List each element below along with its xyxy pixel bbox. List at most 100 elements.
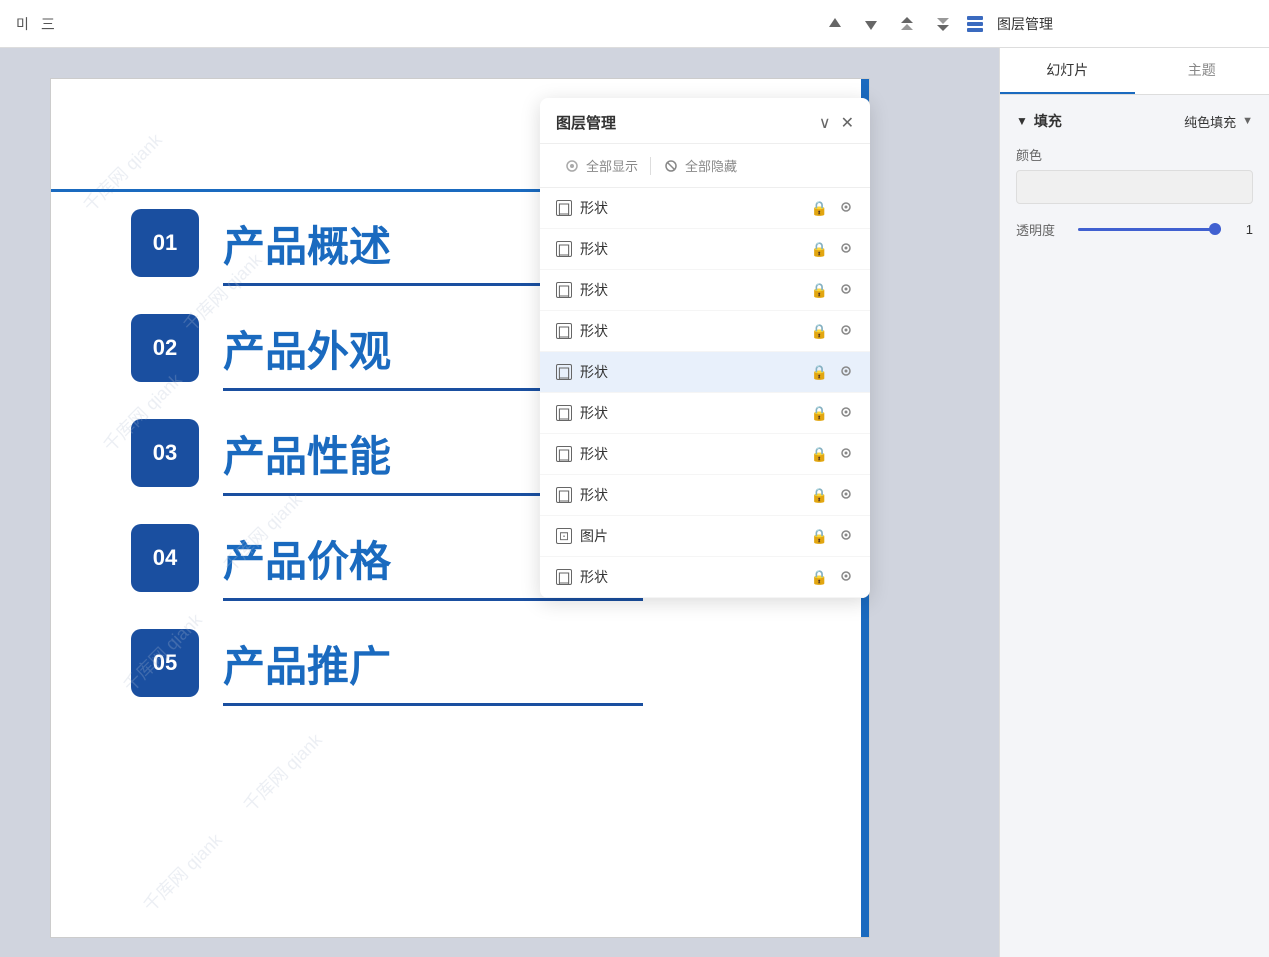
move-up-icon[interactable] bbox=[821, 10, 849, 38]
layer-item-3-eye-icon[interactable] bbox=[838, 281, 854, 300]
item-number-01: 01 bbox=[131, 209, 199, 277]
layer-item-10[interactable]: 囗 形状 🔒 bbox=[540, 557, 870, 598]
color-input-row bbox=[1016, 170, 1253, 204]
opacity-row: 透明度 1 bbox=[1016, 220, 1253, 239]
layer-item-1-eye-icon[interactable] bbox=[838, 199, 854, 218]
layer-item-10-actions: 🔒 bbox=[811, 568, 854, 587]
item-number-04: 04 bbox=[131, 524, 199, 592]
layer-item-6[interactable]: 囗 形状 🔒 bbox=[540, 393, 870, 434]
layer-item-4-name: 形状 bbox=[580, 321, 811, 341]
layer-panel-close-icon[interactable]: ✕ bbox=[841, 113, 854, 133]
color-field: 颜色 bbox=[1016, 145, 1253, 204]
fill-label: 填充 bbox=[1034, 111, 1062, 131]
layer-item-7-eye-icon[interactable] bbox=[838, 445, 854, 464]
layer-item-7-name: 形状 bbox=[580, 444, 811, 464]
item-title-01: 产品概述 bbox=[223, 213, 391, 274]
layer-item-4[interactable]: 囗 形状 🔒 bbox=[540, 311, 870, 352]
layer-item-5-eye-icon[interactable] bbox=[838, 363, 854, 382]
fill-dropdown-icon[interactable]: ▼ bbox=[1242, 115, 1253, 127]
opacity-slider-thumb[interactable] bbox=[1209, 223, 1221, 235]
item-title-04: 产品价格 bbox=[223, 528, 391, 589]
layer-item-2-eye-icon[interactable] bbox=[838, 240, 854, 259]
opacity-value: 1 bbox=[1233, 222, 1253, 237]
layer-item-9-eye-icon[interactable] bbox=[838, 527, 854, 546]
layer-item-3-type-icon: 囗 bbox=[556, 282, 572, 298]
layer-panel-collapse-icon[interactable]: ∨ bbox=[819, 113, 831, 133]
layer-item-5[interactable]: 囗 形状 🔒 bbox=[540, 352, 870, 393]
layer-item-4-lock-icon[interactable]: 🔒 bbox=[811, 323, 828, 340]
layer-item-2[interactable]: 囗 形状 🔒 bbox=[540, 229, 870, 270]
item-underline-05 bbox=[223, 703, 643, 706]
toolbar-label-three: 三 bbox=[41, 14, 55, 34]
tab-theme[interactable]: 主题 bbox=[1135, 48, 1269, 94]
item-title-03: 产品性能 bbox=[223, 423, 391, 484]
layer-item-9-name: 图片 bbox=[580, 526, 811, 546]
opacity-slider-track[interactable] bbox=[1078, 228, 1221, 231]
right-panel-content: ▼ 填充 纯色填充 ▼ 颜色 透明度 bbox=[1000, 95, 1269, 957]
layer-item-4-eye-icon[interactable] bbox=[838, 322, 854, 341]
item-underline-04 bbox=[223, 598, 643, 601]
right-panel-tabs: 幻灯片 主题 bbox=[1000, 48, 1269, 95]
layer-item-1-name: 形状 bbox=[580, 198, 811, 218]
layer-panel: 图层管理 ∨ ✕ 全部显示 bbox=[540, 98, 870, 598]
fill-section-header: ▼ 填充 纯色填充 ▼ bbox=[1016, 111, 1253, 131]
layer-item-3-name: 形状 bbox=[580, 280, 811, 300]
fill-value-row: 纯色填充 ▼ bbox=[1184, 112, 1253, 131]
layer-item-9-actions: 🔒 bbox=[811, 527, 854, 546]
layer-panel-actions: 全部显示 全部隐藏 bbox=[540, 144, 870, 188]
layer-item-3[interactable]: 囗 形状 🔒 bbox=[540, 270, 870, 311]
move-to-bottom-icon[interactable] bbox=[929, 10, 957, 38]
layer-item-9[interactable]: ⊡ 图片 🔒 bbox=[540, 516, 870, 557]
layer-item-8-lock-icon[interactable]: 🔒 bbox=[811, 487, 828, 504]
layer-panel-controls: ∨ ✕ bbox=[819, 113, 854, 133]
layer-item-3-lock-icon[interactable]: 🔒 bbox=[811, 282, 828, 299]
layer-item-8-name: 形状 bbox=[580, 485, 811, 505]
toolbar-icons: 图层管理 bbox=[821, 10, 1053, 38]
tab-slide[interactable]: 幻灯片 bbox=[1000, 48, 1135, 94]
toolbar: 미 三 bbox=[0, 0, 1269, 48]
fill-value: 纯色填充 bbox=[1184, 112, 1236, 131]
opacity-slider-fill bbox=[1078, 228, 1221, 231]
layer-item-8-eye-icon[interactable] bbox=[838, 486, 854, 505]
layer-item-2-name: 形状 bbox=[580, 239, 811, 259]
item-number-03: 03 bbox=[131, 419, 199, 487]
layer-item-1-type-icon: 囗 bbox=[556, 200, 572, 216]
layer-item-3-actions: 🔒 bbox=[811, 281, 854, 300]
right-panel: 幻灯片 主题 ▼ 填充 纯色填充 ▼ 颜色 bbox=[999, 48, 1269, 957]
layer-item-4-type-icon: 囗 bbox=[556, 323, 572, 339]
layer-item-9-type-icon: ⊡ bbox=[556, 528, 572, 544]
layer-manage-icon[interactable] bbox=[965, 14, 985, 34]
move-to-top-icon[interactable] bbox=[893, 10, 921, 38]
layer-item-6-eye-icon[interactable] bbox=[838, 404, 854, 423]
layer-item-8[interactable]: 囗 形状 🔒 bbox=[540, 475, 870, 516]
layer-item-6-lock-icon[interactable]: 🔒 bbox=[811, 405, 828, 422]
color-swatch-input[interactable] bbox=[1016, 170, 1253, 204]
layer-item-6-actions: 🔒 bbox=[811, 404, 854, 423]
item-number-05: 05 bbox=[131, 629, 199, 697]
layer-item-7[interactable]: 囗 形状 🔒 bbox=[540, 434, 870, 475]
fill-section-toggle[interactable]: ▼ 填充 bbox=[1016, 111, 1062, 131]
layer-item-7-lock-icon[interactable]: 🔒 bbox=[811, 446, 828, 463]
fill-collapse-icon: ▼ bbox=[1016, 114, 1028, 128]
layer-item-2-actions: 🔒 bbox=[811, 240, 854, 259]
item-title-02: 产品外观 bbox=[223, 318, 391, 379]
layer-item-8-type-icon: 囗 bbox=[556, 487, 572, 503]
hide-all-button[interactable]: 全部隐藏 bbox=[655, 152, 745, 179]
item-number-02: 02 bbox=[131, 314, 199, 382]
canvas-area: 千库网 qiank 千库网 qiank 千库网 qiank 千库网 qiank … bbox=[0, 48, 999, 957]
show-all-button[interactable]: 全部显示 bbox=[556, 152, 646, 179]
layer-item-1[interactable]: 囗 形状 🔒 bbox=[540, 188, 870, 229]
move-down-icon[interactable] bbox=[857, 10, 885, 38]
action-divider bbox=[650, 157, 651, 175]
layer-item-9-lock-icon[interactable]: 🔒 bbox=[811, 528, 828, 545]
slide-item-05: 05 产品推广 bbox=[51, 629, 869, 724]
opacity-slider-container bbox=[1078, 228, 1221, 231]
layer-item-1-lock-icon[interactable]: 🔒 bbox=[811, 200, 828, 217]
layer-item-5-actions: 🔒 bbox=[811, 363, 854, 382]
layer-item-10-lock-icon[interactable]: 🔒 bbox=[811, 569, 828, 586]
layer-item-2-type-icon: 囗 bbox=[556, 241, 572, 257]
layer-item-2-lock-icon[interactable]: 🔒 bbox=[811, 241, 828, 258]
item-title-05: 产品推广 bbox=[223, 633, 391, 694]
layer-item-5-lock-icon[interactable]: 🔒 bbox=[811, 364, 828, 381]
layer-item-10-eye-icon[interactable] bbox=[838, 568, 854, 587]
